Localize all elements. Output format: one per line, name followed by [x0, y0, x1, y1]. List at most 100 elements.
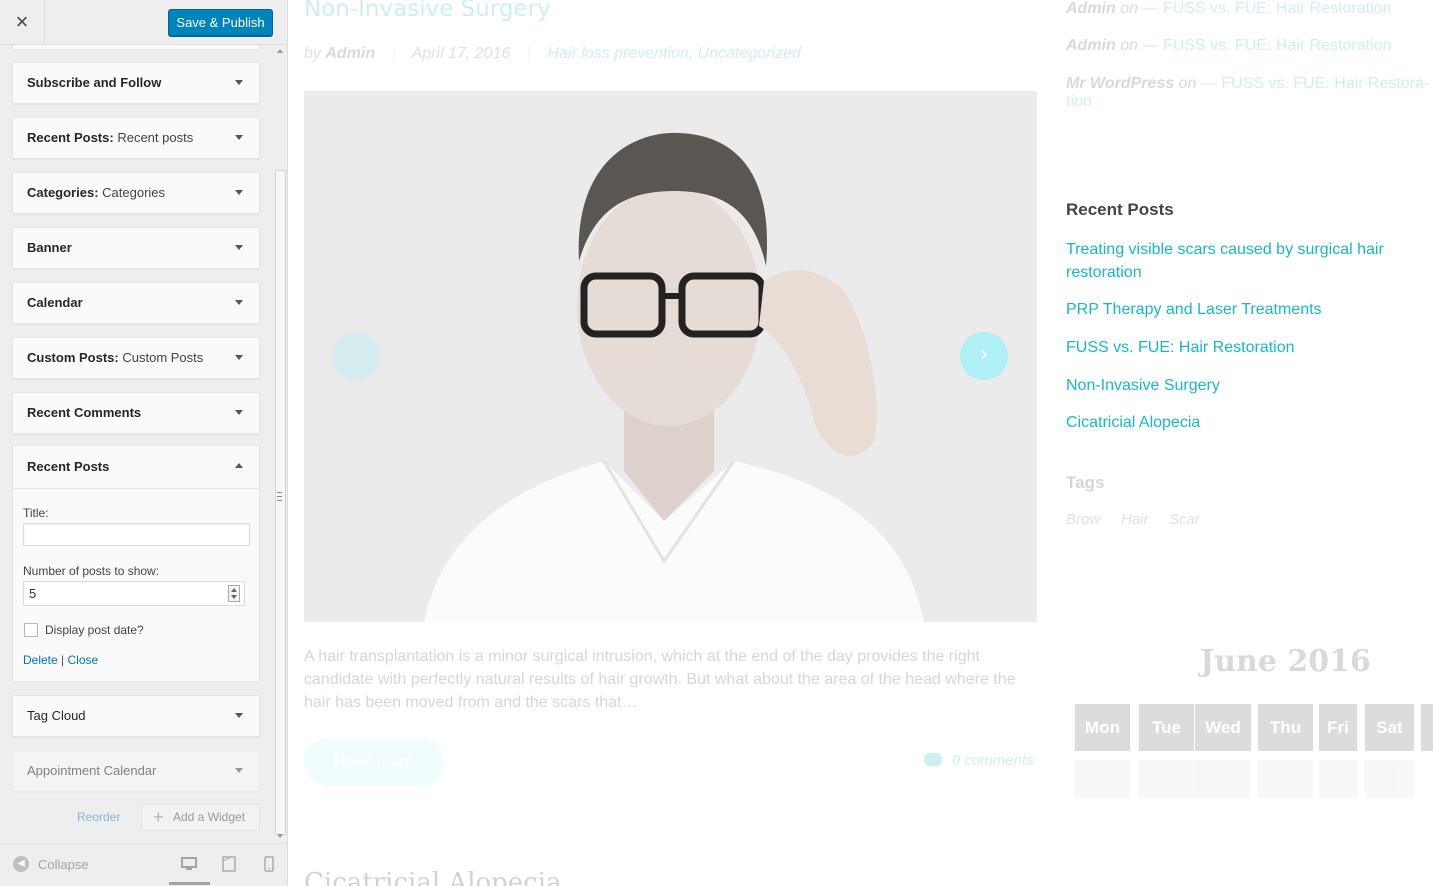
scroll-up-icon[interactable]: [277, 49, 283, 53]
recent-comment-item: Admin on — FUSS vs. FUE: Hair Restoratio…: [1066, 0, 1392, 17]
widget-title: Subscribe and Follow: [27, 75, 162, 90]
scrollbar-thumb[interactable]: [275, 170, 286, 835]
man-with-glasses-photo: [304, 91, 1037, 622]
calendar-day-header: Fri: [1319, 704, 1357, 751]
meta-separator: |: [526, 45, 531, 62]
slider-next-button[interactable]: ›: [960, 332, 1008, 380]
slider-prev-button[interactable]: [332, 332, 380, 380]
recent-post-link[interactable]: Treating visible scars caused by surgica…: [1066, 238, 1406, 284]
expand-arrow-icon[interactable]: [235, 135, 243, 140]
scroll-down-icon[interactable]: [277, 834, 283, 838]
collapse-button[interactable]: Collapse: [38, 857, 89, 872]
sidebar-scrollbar[interactable]: [274, 45, 287, 838]
collapse-icon[interactable]: ◀: [13, 856, 29, 872]
expand-arrow-icon[interactable]: [235, 190, 243, 195]
tag-link[interactable]: Scar: [1169, 511, 1200, 528]
widget-title: Recent Posts: Recent posts: [27, 130, 194, 145]
meta-author[interactable]: Admin: [325, 45, 375, 62]
recent-post-link[interactable]: Non-Invasive Surgery: [1066, 374, 1406, 397]
number-value: 5: [29, 586, 37, 601]
calendar-day-header: [1421, 704, 1433, 751]
calendar-day-header: Sat: [1365, 704, 1414, 751]
tag-link[interactable]: Hair: [1121, 511, 1149, 528]
widget-recent-posts[interactable]: Recent Posts: Recent posts: [12, 117, 260, 159]
widget-tag-cloud[interactable]: Tag Cloud: [12, 695, 260, 737]
scroll-grip-icon: [277, 492, 282, 501]
widget-title: Recent Comments: [27, 405, 142, 420]
widget-actions: Reorder + Add a Widget: [0, 804, 274, 832]
expand-arrow-icon[interactable]: [235, 410, 243, 415]
calendar-day-header: Wed: [1195, 704, 1251, 751]
post-meta: by Admin | April 17, 2016 | Hair loss pr…: [304, 45, 801, 63]
tablet-preview-icon[interactable]: [221, 856, 237, 872]
featured-image-slider: ›: [304, 91, 1037, 622]
close-link[interactable]: Close: [68, 653, 99, 667]
recent-comment-item: Admin on — FUSS vs. FUE: Hair Restoratio…: [1066, 37, 1392, 54]
widget-calendar[interactable]: Calendar: [12, 282, 260, 324]
widget-banner[interactable]: Banner: [12, 227, 260, 269]
link-separator: |: [61, 653, 65, 667]
widget-title: Categories: Categories: [27, 185, 166, 200]
number-spinner-icon[interactable]: [228, 585, 240, 602]
widget-custom-posts[interactable]: Custom Posts: Custom Posts: [12, 337, 260, 379]
calendar-day-header: Tue: [1139, 704, 1194, 751]
meta-date: April 17, 2016: [411, 45, 511, 62]
widget-title: Recent Posts: [27, 459, 110, 474]
expand-arrow-icon[interactable]: [235, 300, 243, 305]
calendar-cell: [1258, 760, 1313, 798]
widget-title: Appointment Calendar: [27, 763, 157, 778]
collapse-arrow-icon[interactable]: [235, 463, 243, 468]
calendar-cell: [1319, 760, 1357, 798]
widget-recent-comments[interactable]: Recent Comments: [12, 392, 260, 434]
plus-icon: +: [153, 807, 164, 827]
meta-by: by: [304, 45, 321, 62]
expand-arrow-icon[interactable]: [235, 768, 243, 773]
recent-post-link[interactable]: FUSS vs. FUE: Hair Restoration: [1066, 336, 1406, 359]
recent-posts-heading: Recent Posts: [1066, 200, 1174, 219]
comments-link[interactable]: 0 comments: [924, 752, 1034, 769]
desktop-preview-icon[interactable]: [181, 856, 197, 872]
save-publish-button[interactable]: Save & Publish: [168, 9, 273, 36]
expand-arrow-icon[interactable]: [235, 80, 243, 85]
mobile-preview-icon[interactable]: [261, 856, 277, 872]
customizer-footer: ◀ Collapse: [0, 843, 287, 886]
next-post-title[interactable]: Cicatricial Alopecia: [304, 868, 562, 886]
customizer-sidebar: × Save & Publish Subscribe and Follow Re…: [0, 0, 288, 886]
display-date-checkbox[interactable]: [24, 623, 38, 637]
add-widget-button[interactable]: + Add a Widget: [141, 804, 260, 831]
add-widget-label: Add a Widget: [173, 810, 246, 824]
meta-separator: |: [391, 45, 396, 62]
recent-post-link[interactable]: Cicatricial Alopecia: [1066, 411, 1406, 434]
expand-arrow-icon[interactable]: [235, 355, 243, 360]
calendar-day-header: Thu: [1258, 704, 1313, 751]
comment-bubble-icon: [924, 753, 942, 766]
expand-arrow-icon[interactable]: [235, 245, 243, 250]
number-of-posts-input[interactable]: 5: [23, 581, 245, 606]
delete-link[interactable]: Delete: [23, 653, 58, 667]
recent-comment-item: Mr WordPress on — FUSS vs. FUE: Hair Res…: [1066, 75, 1430, 110]
widget-header[interactable]: Recent Posts: [13, 446, 259, 489]
tag-link[interactable]: Brow: [1066, 511, 1100, 528]
close-customizer-button[interactable]: ×: [0, 0, 45, 44]
reorder-link[interactable]: Reorder: [77, 810, 120, 824]
widget-subscribe-and-follow[interactable]: Subscribe and Follow: [12, 62, 260, 104]
calendar-cell: [1365, 760, 1414, 798]
post-excerpt: A hair transplantation is a minor surgic…: [304, 648, 1016, 711]
widget-appointment-calendar[interactable]: Appointment Calendar: [12, 750, 260, 792]
widget-title: Calendar: [27, 295, 83, 310]
widget-area-list: Subscribe and Follow Recent Posts: Recen…: [0, 45, 274, 833]
widget-categories[interactable]: Categories: Categories: [12, 172, 260, 214]
recent-post-link[interactable]: PRP Therapy and Laser Treatments: [1066, 298, 1406, 321]
calendar-cell: [1195, 760, 1250, 798]
title-field-label: Title:: [23, 506, 49, 520]
post-title-link[interactable]: Non-Invasive Surgery: [304, 0, 551, 22]
expand-arrow-icon[interactable]: [235, 713, 243, 718]
calendar-day-header: Mon: [1075, 704, 1130, 751]
active-device-indicator: [169, 882, 210, 885]
title-input[interactable]: [23, 523, 250, 546]
calendar-cell: [1075, 760, 1130, 798]
widget-partial-top: [12, 45, 260, 50]
read-more-button[interactable]: Read more: [304, 738, 444, 786]
meta-categories[interactable]: Hair loss prevention, Uncategorized: [547, 45, 800, 62]
widget-control-links: Delete | Close: [23, 653, 98, 667]
